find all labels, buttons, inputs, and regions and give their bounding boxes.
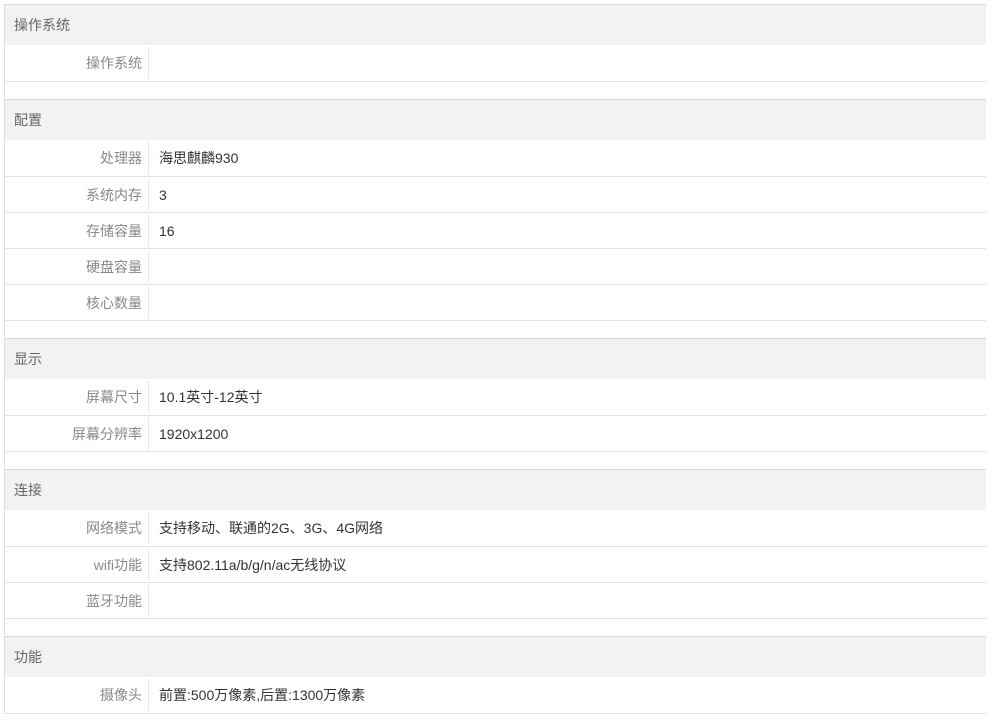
spec-value: 16 (159, 222, 175, 239)
spec-row: 网络模式 支持移动、联通的2G、3G、4G网络 (5, 510, 986, 547)
spec-row: 屏幕尺寸 10.1英寸-12英寸 (5, 379, 986, 416)
spec-value: 海思麒麟930 (159, 150, 239, 166)
spec-value: 支持802.11a/b/g/n/ac无线协议 (159, 556, 347, 573)
section-features: 功能 摄像头 前置:500万像素,后置:1300万像素 (4, 636, 986, 714)
section-header: 操作系统 (5, 5, 986, 45)
spec-value: 支持移动、联通的2G、3G、4G网络 (159, 520, 384, 536)
spec-label: 处理器 (5, 142, 149, 174)
section-display: 显示 屏幕尺寸 10.1英寸-12英寸 屏幕分辨率 1920x1200 (4, 338, 986, 468)
spec-value: 1920x1200 (159, 425, 229, 442)
spec-label: 硬盘容量 (5, 250, 149, 283)
spec-row: 蓝牙功能 (5, 583, 986, 619)
section-header: 功能 (5, 637, 986, 677)
section-config: 配置 处理器 海思麒麟930 系统内存 3 存储容量 16 硬盘容量 核心数量 (4, 99, 986, 337)
spec-row: wifi功能 支持802.11a/b/g/n/ac无线协议 (5, 547, 986, 583)
spec-value: 10.1英寸-12英寸 (159, 389, 263, 405)
spec-row: 处理器 海思麒麟930 (5, 140, 986, 177)
section-header: 配置 (5, 100, 986, 140)
spec-label: 网络模式 (5, 512, 149, 544)
spec-row: 摄像头 前置:500万像素,后置:1300万像素 (5, 677, 986, 714)
spec-label: 操作系统 (5, 47, 149, 79)
spec-value: 3 (159, 186, 167, 203)
spec-label: 存储容量 (5, 214, 149, 247)
spec-row: 操作系统 (5, 45, 986, 82)
spec-row: 屏幕分辨率 1920x1200 (5, 416, 986, 452)
section-header: 连接 (5, 470, 986, 510)
spec-row: 核心数量 (5, 285, 986, 321)
spec-label: 系统内存 (5, 178, 149, 211)
spec-label: 蓝牙功能 (5, 584, 149, 617)
spec-label: wifi功能 (5, 548, 149, 581)
spec-row: 存储容量 16 (5, 213, 986, 249)
section-os: 操作系统 操作系统 (4, 4, 986, 98)
section-connectivity: 连接 网络模式 支持移动、联通的2G、3G、4G网络 wifi功能 支持802.… (4, 469, 986, 635)
spec-value: 前置:500万像素,后置:1300万像素 (159, 687, 366, 703)
spec-row: 硬盘容量 (5, 249, 986, 285)
spec-row: 系统内存 3 (5, 177, 986, 213)
spec-page: 操作系统 操作系统 配置 处理器 海思麒麟930 系统内存 3 存储容量 16 … (0, 0, 996, 724)
spec-label: 核心数量 (5, 286, 149, 319)
spec-label: 摄像头 (5, 679, 149, 711)
section-header: 显示 (5, 339, 986, 379)
spec-label: 屏幕分辨率 (5, 417, 149, 450)
spec-label: 屏幕尺寸 (5, 381, 149, 413)
